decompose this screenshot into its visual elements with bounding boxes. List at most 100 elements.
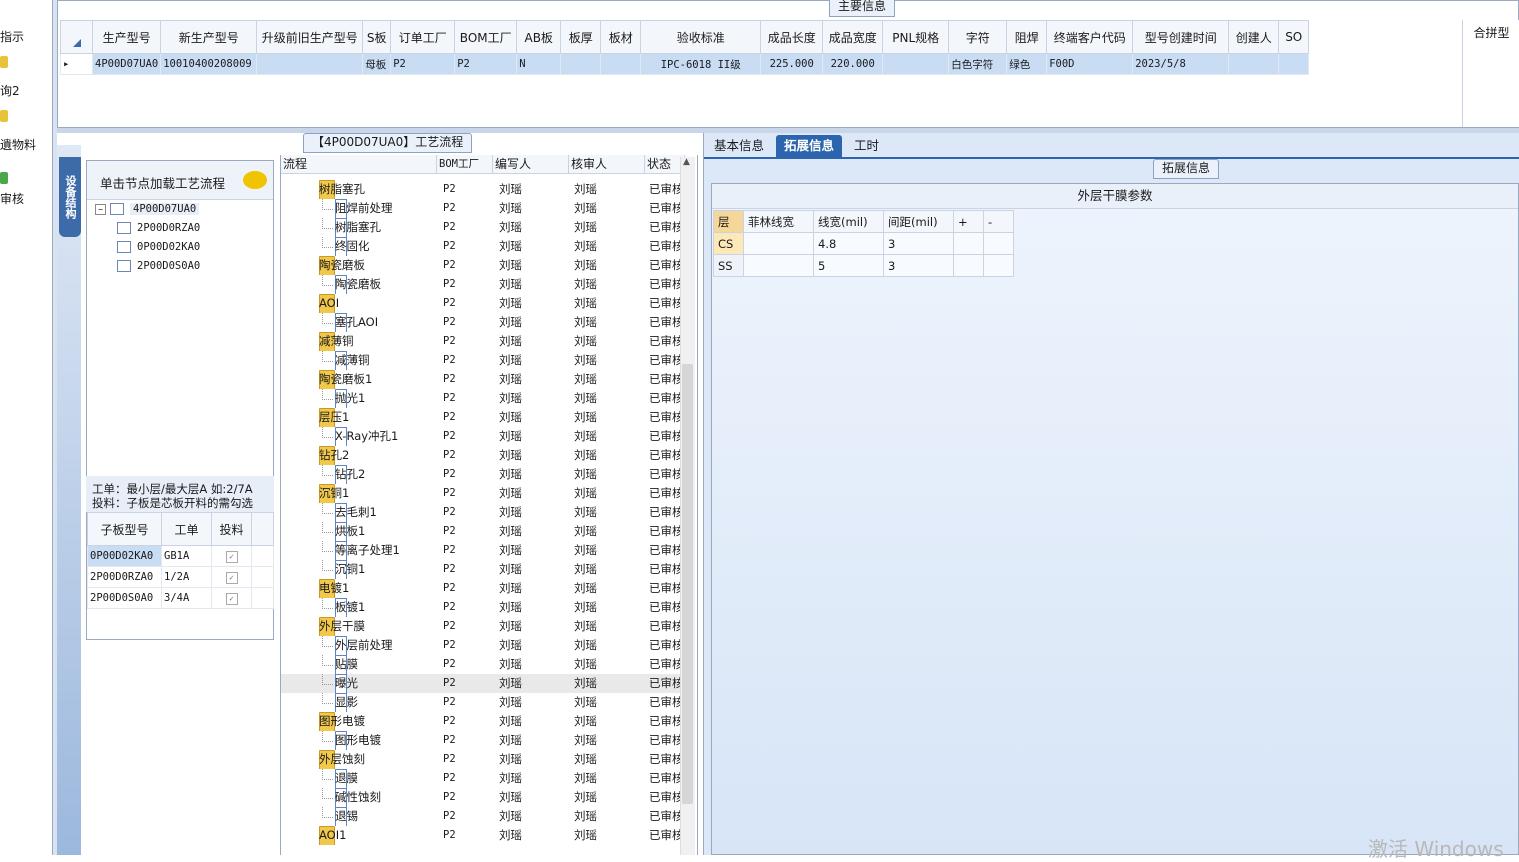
process-row[interactable]: 钻孔2 P2 刘瑶 刘瑶 已审核 (281, 465, 681, 484)
process-row[interactable]: −沉铜1P2刘瑶刘瑶已审核 (281, 484, 681, 503)
process-row[interactable]: 塞孔AOI P2 刘瑶 刘瑶 已审核 (281, 313, 681, 332)
table-cell[interactable] (1228, 53, 1280, 75)
table-cell[interactable]: IPC-6018 II级 (640, 53, 762, 75)
tab-work-hours[interactable]: 工时 (846, 135, 887, 157)
param-cell[interactable]: CS (713, 232, 744, 255)
process-row[interactable]: 终固化 P2 刘瑶 刘瑶 已审核 (281, 237, 681, 256)
tab-structure[interactable]: 设备结构 (59, 157, 81, 237)
process-row[interactable]: −图形电镀P2刘瑶刘瑶已审核 (281, 712, 681, 731)
process-row[interactable]: 贴膜 P2 刘瑶 刘瑶 已审核 (281, 655, 681, 674)
tree-child[interactable]: 2P00D0RZA0 (117, 220, 200, 236)
process-row[interactable]: 退锡 P2 刘瑶 刘瑶 已审核 (281, 807, 681, 826)
table-cell[interactable]: 白色字符 (948, 53, 1008, 75)
process-row[interactable]: X-Ray冲孔1 P2 刘瑶 刘瑶 已审核 (281, 427, 681, 446)
table-cell[interactable]: 10010400208009 (160, 53, 258, 75)
param-cell[interactable] (743, 254, 814, 277)
nav-item-1[interactable]: 询2 (0, 82, 50, 102)
col-feed[interactable]: 投料 (211, 512, 252, 546)
process-row[interactable]: −外层干膜P2刘瑶刘瑶已审核 (281, 617, 681, 636)
table-cell[interactable]: 2P00D0S0A0 (87, 587, 162, 609)
param-cell[interactable] (983, 232, 1014, 255)
process-row[interactable]: 等离子处理1 P2 刘瑶 刘瑶 已审核 (281, 541, 681, 560)
table-cell[interactable]: 母板 (362, 53, 392, 75)
process-row[interactable]: −电镀1P2刘瑶刘瑶已审核 (281, 579, 681, 598)
param-cell[interactable]: 3 (883, 232, 954, 255)
add-column-button[interactable]: + (953, 210, 984, 233)
process-row[interactable]: 陶瓷磨板 P2 刘瑶 刘瑶 已审核 (281, 275, 681, 294)
col-header[interactable]: PNL规格 (882, 20, 950, 54)
process-row[interactable]: 去毛刺1 P2 刘瑶 刘瑶 已审核 (281, 503, 681, 522)
table-row[interactable]: 0P00D02KA0 GB1A ✓ (87, 545, 274, 567)
col-header[interactable]: 成品宽度 (822, 20, 884, 54)
col-header[interactable]: 创建人 (1228, 20, 1280, 54)
table-cell[interactable]: 225.000 (760, 53, 824, 75)
table-cell[interactable] (256, 53, 364, 75)
col-header[interactable]: 新生产型号 (160, 20, 258, 54)
process-row[interactable]: 退膜 P2 刘瑶 刘瑶 已审核 (281, 769, 681, 788)
process-row[interactable]: −外层蚀刻P2刘瑶刘瑶已审核 (281, 750, 681, 769)
process-row[interactable]: 板镀1 P2 刘瑶 刘瑶 已审核 (281, 598, 681, 617)
process-row[interactable]: 曝光 P2 刘瑶 刘瑶 已审核 (281, 674, 681, 693)
col-header[interactable]: 验收标准 (640, 20, 762, 54)
col-flow[interactable]: 流程 (281, 155, 437, 173)
process-row[interactable]: 显影 P2 刘瑶 刘瑶 已审核 (281, 693, 681, 712)
param-cell[interactable] (983, 254, 1014, 277)
feed-checkbox[interactable]: ✓ (211, 545, 252, 567)
process-row[interactable]: −减薄铜P2刘瑶刘瑶已审核 (281, 332, 681, 351)
param-cell[interactable]: 3 (883, 254, 954, 277)
table-cell[interactable]: 0P00D02KA0 (87, 545, 162, 567)
param-cell[interactable]: SS (713, 254, 744, 277)
process-row[interactable]: −陶瓷磨板1P2刘瑶刘瑶已审核 (281, 370, 681, 389)
table-cell[interactable]: 2P00D0RZA0 (87, 566, 162, 588)
table-row[interactable]: 2P00D0RZA0 1/2A ✓ (87, 566, 274, 588)
col-bom[interactable]: BOM工厂 (437, 155, 493, 173)
table-cell[interactable]: P2 (454, 53, 518, 75)
process-row[interactable]: −钻孔2P2刘瑶刘瑶已审核 (281, 446, 681, 465)
col-header[interactable]: 订单工厂 (390, 20, 456, 54)
col-header[interactable]: 生产型号 (91, 20, 162, 54)
table-cell[interactable]: 220.000 (822, 53, 884, 75)
process-row[interactable]: 沉铜1 P2 刘瑶 刘瑶 已审核 (281, 560, 681, 579)
collapse-icon[interactable]: − (95, 203, 106, 215)
table-cell[interactable] (1278, 53, 1310, 75)
col-header[interactable]: 终端客户代码 (1046, 20, 1134, 54)
table-cell[interactable]: 3/4A (161, 587, 212, 609)
param-cell[interactable]: 4.8 (813, 232, 884, 255)
process-row[interactable]: 减薄铜 P2 刘瑶 刘瑶 已审核 (281, 351, 681, 370)
process-row[interactable]: 阻焊前处理 P2 刘瑶 刘瑶 已审核 (281, 199, 681, 218)
col-work-order[interactable]: 工单 (161, 512, 212, 546)
col-header[interactable]: 型号创建时间 (1132, 20, 1230, 54)
col-header[interactable]: BOM工厂 (454, 20, 518, 54)
col-header[interactable]: 升级前旧生产型号 (256, 20, 364, 54)
param-row[interactable]: SS 5 3 (713, 254, 1014, 277)
nav-item-2[interactable]: 遺物料 (0, 136, 50, 156)
table-cell[interactable] (560, 53, 602, 75)
col-header[interactable]: SO (1278, 20, 1310, 54)
param-cell[interactable] (953, 254, 984, 277)
table-row[interactable]: ▸ 4P00D07UA0 10010400208009 母板 P2 P2 N IPC-6018… (60, 53, 1310, 75)
col-header[interactable]: 板材 (600, 20, 642, 54)
table-cell[interactable]: 1/2A (161, 566, 212, 588)
table-cell[interactable] (600, 53, 642, 75)
tab-basic-info[interactable]: 基本信息 (706, 135, 772, 157)
process-row[interactable]: −陶瓷磨板P2刘瑶刘瑶已审核 (281, 256, 681, 275)
param-cell[interactable] (743, 232, 814, 255)
nav-item-0[interactable]: 指示 (0, 28, 50, 48)
process-row[interactable]: 图形电镀 P2 刘瑶 刘瑶 已审核 (281, 731, 681, 750)
remove-column-button[interactable]: - (983, 210, 1014, 233)
col-status[interactable]: 状态 (645, 155, 685, 173)
table-cell[interactable]: GB1A (161, 545, 212, 567)
col-header[interactable]: S板 (362, 20, 392, 54)
nav-item-3[interactable]: 审核 (0, 190, 50, 210)
param-cell[interactable]: 5 (813, 254, 884, 277)
process-row[interactable]: −树脂塞孔P2刘瑶刘瑶已审核 (281, 180, 681, 199)
table-cell[interactable]: N (516, 53, 562, 75)
param-cell[interactable] (953, 232, 984, 255)
table-cell[interactable]: P2 (390, 53, 456, 75)
col-header[interactable]: 板厚 (560, 20, 602, 54)
tree-root[interactable]: − 4P00D07UA0 (95, 201, 200, 217)
col-header[interactable]: 阻焊 (1006, 20, 1048, 54)
process-row[interactable]: 烘板1 P2 刘瑶 刘瑶 已审核 (281, 522, 681, 541)
process-row[interactable]: 外层前处理 P2 刘瑶 刘瑶 已审核 (281, 636, 681, 655)
col-reviewer[interactable]: 核审人 (569, 155, 645, 173)
